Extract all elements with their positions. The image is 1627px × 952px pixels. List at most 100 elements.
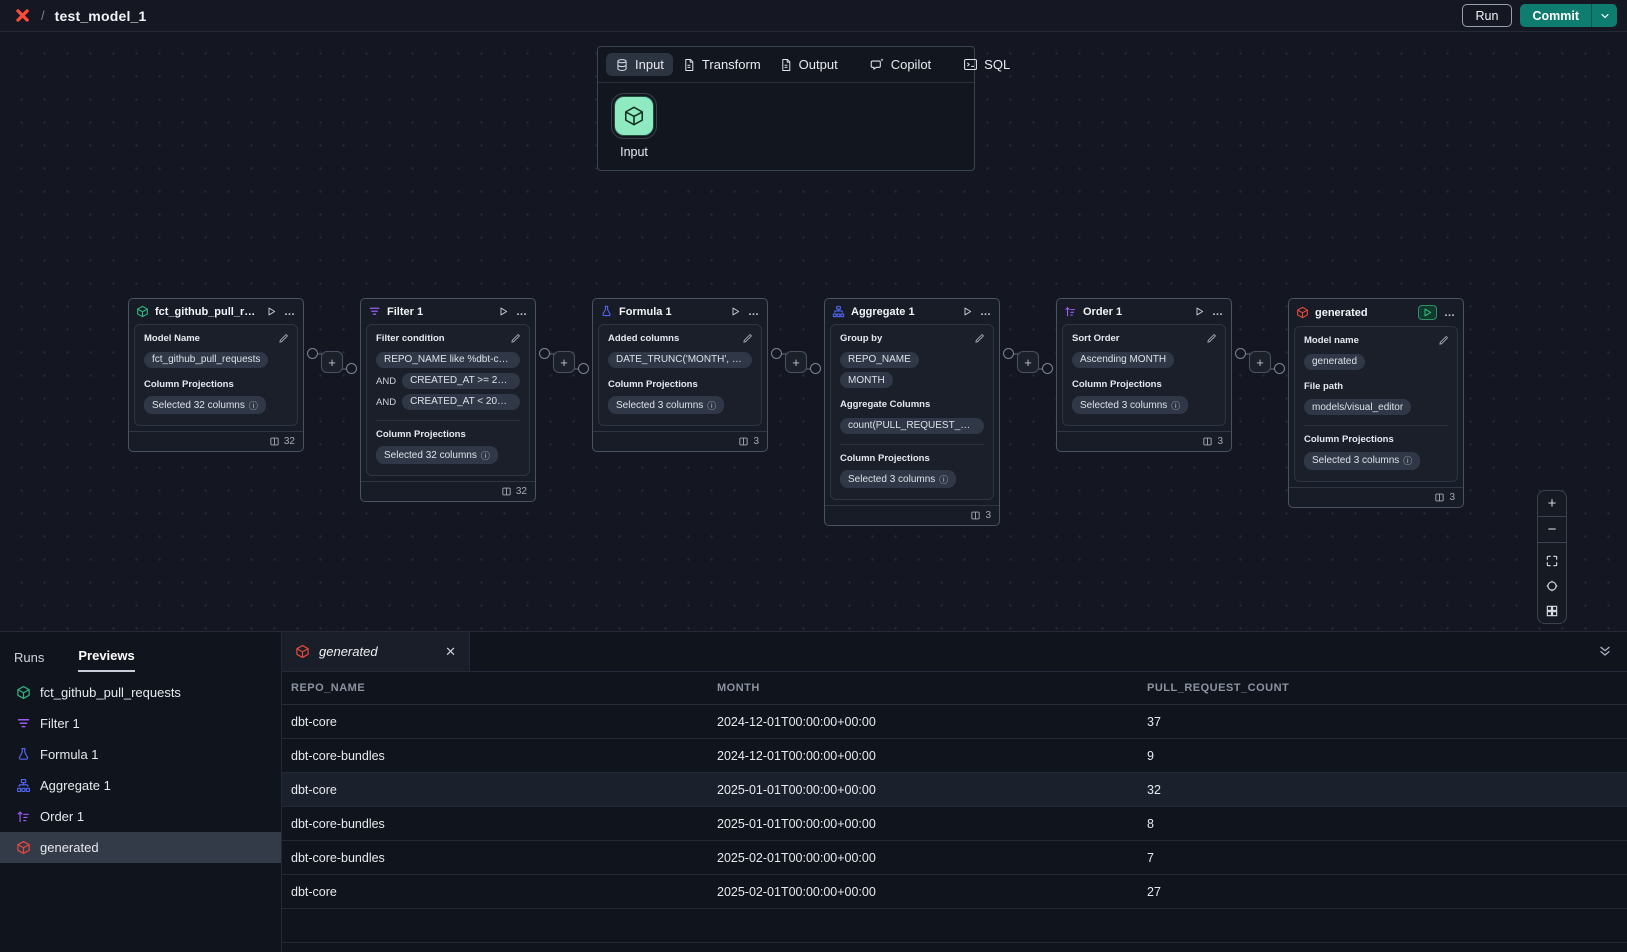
- projections-chip[interactable]: Selected 3 columnsⓘ: [840, 470, 956, 488]
- list-item-formula-1[interactable]: Formula 1: [0, 739, 281, 770]
- table-row[interactable]: dbt-core 2024-12-01T00:00:00+00:00 37: [282, 705, 1627, 739]
- more-icon[interactable]: …: [516, 309, 528, 315]
- cell-repo: dbt-core-bundles: [282, 749, 717, 763]
- play-node-icon-active[interactable]: [1418, 305, 1437, 320]
- aggregate-sitemap-icon: [832, 305, 845, 318]
- palette-tab-sql[interactable]: SQL: [954, 53, 1019, 76]
- node-body[interactable]: Model Name fct_github_pull_requests Colu…: [134, 324, 298, 426]
- node-header[interactable]: Formula 1 …: [593, 299, 767, 323]
- more-icon[interactable]: …: [980, 309, 992, 315]
- tab-runs[interactable]: Runs: [14, 650, 44, 672]
- more-icon[interactable]: …: [748, 309, 760, 315]
- node-body[interactable]: Added columns DATE_TRUNC('MONTH', CREATE…: [598, 324, 762, 426]
- more-icon[interactable]: …: [284, 309, 296, 315]
- edit-icon[interactable]: [1206, 333, 1217, 344]
- more-icon[interactable]: …: [1212, 309, 1224, 315]
- input-node-palette-item[interactable]: Input: [612, 96, 656, 159]
- table-row[interactable]: dbt-core-bundles 2025-02-01T00:00:00+00:…: [282, 841, 1627, 875]
- palette-tab-input[interactable]: Input: [606, 53, 673, 76]
- output-port[interactable]: [771, 348, 782, 359]
- commit-dropdown-button[interactable]: [1591, 4, 1617, 27]
- zoom-in-button[interactable]: +: [1538, 491, 1566, 516]
- play-node-icon[interactable]: [730, 306, 741, 317]
- edit-icon[interactable]: [742, 333, 753, 344]
- node-generated[interactable]: generated … Model name generated File pa…: [1288, 298, 1464, 508]
- column-header-repo-name[interactable]: REPO_NAME: [282, 682, 717, 694]
- input-port[interactable]: [810, 363, 821, 374]
- column-count: 3: [985, 510, 991, 521]
- input-port[interactable]: [1042, 363, 1053, 374]
- palette-tab-copilot[interactable]: Copilot: [861, 53, 940, 76]
- column-header-month[interactable]: MONTH: [717, 682, 1147, 694]
- output-port[interactable]: [307, 348, 318, 359]
- input-port[interactable]: [578, 363, 589, 374]
- projections-chip[interactable]: Selected 3 columnsⓘ: [1072, 396, 1188, 414]
- list-item-aggregate-1[interactable]: Aggregate 1: [0, 770, 281, 801]
- run-button[interactable]: Run: [1462, 4, 1513, 27]
- node-body[interactable]: Sort Order Ascending MONTH Column Projec…: [1062, 324, 1226, 426]
- play-node-icon[interactable]: [1194, 306, 1205, 317]
- node-body[interactable]: Filter condition REPO_NAME like %dbt-cor…: [366, 324, 530, 476]
- node-filter-1[interactable]: Filter 1 … Filter condition REPO_NAME li…: [360, 298, 536, 502]
- edit-icon[interactable]: [510, 333, 521, 344]
- minimap-button[interactable]: [1538, 598, 1566, 623]
- palette-tab-output[interactable]: Output: [770, 53, 847, 76]
- node-formula-1[interactable]: Formula 1 … Added columns DATE_TRUNC('MO…: [592, 298, 768, 452]
- preview-tab-generated[interactable]: generated ✕: [282, 632, 470, 671]
- input-node-tile[interactable]: [614, 96, 654, 136]
- projections-chip[interactable]: Selected 32 columnsⓘ: [144, 396, 266, 414]
- node-body[interactable]: Group by REPO_NAME MONTH Aggregate Colum…: [830, 324, 994, 500]
- edit-icon[interactable]: [974, 333, 985, 344]
- play-node-icon[interactable]: [962, 306, 973, 317]
- table-row-highlighted[interactable]: dbt-core 2025-01-01T00:00:00+00:00 32: [282, 773, 1627, 807]
- more-icon[interactable]: …: [1444, 310, 1456, 316]
- edit-icon[interactable]: [1438, 335, 1449, 346]
- table-row[interactable]: dbt-core-bundles 2025-01-01T00:00:00+00:…: [282, 807, 1627, 841]
- node-body[interactable]: Model name generated File path models/vi…: [1294, 326, 1458, 482]
- projections-chip[interactable]: Selected 3 columnsⓘ: [1304, 452, 1420, 470]
- dag-canvas[interactable]: Input Transform Output: [0, 32, 1627, 632]
- node-order-1[interactable]: Order 1 … Sort Order Ascending MONTH Col…: [1056, 298, 1232, 452]
- node-header[interactable]: Order 1 …: [1057, 299, 1231, 323]
- play-node-icon[interactable]: [266, 306, 277, 317]
- commit-button[interactable]: Commit: [1520, 4, 1591, 27]
- close-icon[interactable]: ✕: [445, 644, 456, 660]
- column-header-pull-request-count[interactable]: PULL_REQUEST_COUNT: [1147, 682, 1627, 694]
- output-port[interactable]: [1003, 348, 1014, 359]
- add-node-button[interactable]: +: [321, 351, 343, 373]
- list-item-filter-1[interactable]: Filter 1: [0, 708, 281, 739]
- output-port[interactable]: [1235, 348, 1246, 359]
- zoom-out-button[interactable]: −: [1538, 517, 1566, 542]
- cell-repo: dbt-core: [282, 715, 717, 729]
- add-node-button[interactable]: +: [1249, 351, 1271, 373]
- list-item-fct-github-pull-requests[interactable]: fct_github_pull_requests: [0, 677, 281, 708]
- output-port[interactable]: [539, 348, 550, 359]
- projections-chip[interactable]: Selected 32 columnsⓘ: [376, 446, 498, 464]
- table-row[interactable]: dbt-core 2025-02-01T00:00:00+00:00 27: [282, 875, 1627, 909]
- add-node-button[interactable]: +: [553, 351, 575, 373]
- table-row[interactable]: dbt-core-bundles 2024-12-01T00:00:00+00:…: [282, 739, 1627, 773]
- play-node-icon[interactable]: [498, 306, 509, 317]
- input-port[interactable]: [1274, 363, 1285, 374]
- add-node-button[interactable]: +: [785, 351, 807, 373]
- list-item-order-1[interactable]: Order 1: [0, 801, 281, 832]
- input-port[interactable]: [346, 363, 357, 374]
- node-aggregate-1[interactable]: Aggregate 1 … Group by REPO_NAME MONTH A…: [824, 298, 1000, 526]
- tab-previews[interactable]: Previews: [78, 648, 134, 672]
- node-header[interactable]: generated …: [1289, 299, 1463, 325]
- dbt-logo-icon[interactable]: [14, 7, 31, 24]
- info-icon: ⓘ: [1403, 454, 1412, 467]
- model-cube-icon: [1296, 306, 1309, 319]
- locate-button[interactable]: [1538, 573, 1566, 598]
- node-header[interactable]: Filter 1 …: [361, 299, 535, 323]
- add-node-button[interactable]: +: [1017, 351, 1039, 373]
- collapse-panel-button[interactable]: [1597, 643, 1613, 659]
- fit-view-button[interactable]: [1538, 548, 1566, 573]
- node-fct-github-pull-requests[interactable]: fct_github_pull_requests … Model Name fc…: [128, 298, 304, 452]
- projections-chip[interactable]: Selected 3 columnsⓘ: [608, 396, 724, 414]
- node-header[interactable]: Aggregate 1 …: [825, 299, 999, 323]
- palette-tab-transform[interactable]: Transform: [673, 53, 770, 76]
- node-header[interactable]: fct_github_pull_requests …: [129, 299, 303, 323]
- list-item-generated[interactable]: generated: [0, 832, 281, 863]
- edit-icon[interactable]: [278, 333, 289, 344]
